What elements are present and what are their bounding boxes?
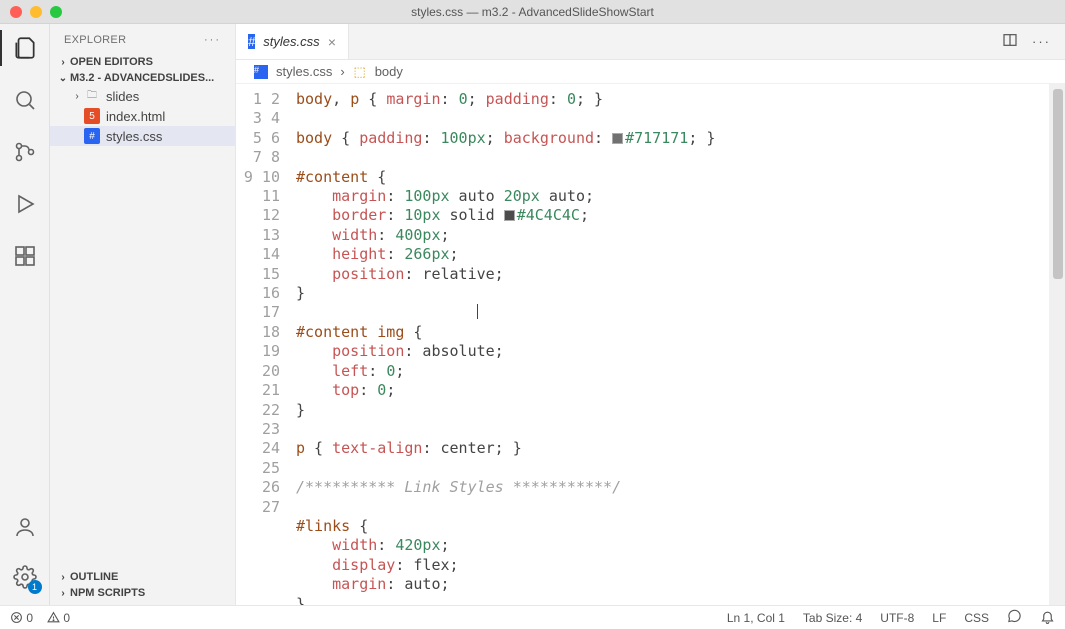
outline-section[interactable]: › OUTLINE <box>50 569 235 585</box>
source-control-icon[interactable] <box>11 138 39 166</box>
chevron-right-icon: › <box>56 572 70 583</box>
editor[interactable]: 1 2 3 4 5 6 7 8 9 10 11 12 13 14 15 16 1… <box>236 84 1065 605</box>
run-debug-icon[interactable] <box>11 190 39 218</box>
split-editor-icon[interactable] <box>1002 32 1018 51</box>
settings-badge: 1 <box>28 580 42 594</box>
window-title: styles.css — m3.2 - AdvancedSlideShowSta… <box>411 5 654 19</box>
status-bar: 0 0 Ln 1, Col 1 Tab Size: 4 UTF-8 LF CSS <box>0 605 1065 629</box>
titlebar: styles.css — m3.2 - AdvancedSlideShowSta… <box>0 0 1065 24</box>
explorer-title: EXPLORER <box>64 34 126 46</box>
tab-styles-css[interactable]: # styles.css × <box>236 24 349 59</box>
maximize-window-icon[interactable] <box>50 6 62 18</box>
chevron-down-icon: ⌄ <box>56 73 70 84</box>
close-window-icon[interactable] <box>10 6 22 18</box>
breadcrumb[interactable]: # styles.css › ⬚ body <box>236 60 1065 84</box>
extensions-icon[interactable] <box>11 242 39 270</box>
encoding[interactable]: UTF-8 <box>880 611 914 625</box>
file-item[interactable]: #styles.css <box>50 126 235 146</box>
eol[interactable]: LF <box>932 611 946 625</box>
chevron-right-icon: › <box>56 588 70 599</box>
css-file-icon: # <box>254 65 268 79</box>
html-file-icon: 5 <box>84 108 100 124</box>
symbol-icon: ⬚ <box>353 65 367 79</box>
folder-item[interactable]: ›🗀slides <box>50 86 235 106</box>
notifications-icon[interactable] <box>1040 609 1055 627</box>
file-item[interactable]: 5index.html <box>50 106 235 126</box>
settings-gear-icon[interactable]: 1 <box>11 563 39 591</box>
css-file-icon: # <box>248 34 255 49</box>
feedback-icon[interactable] <box>1007 609 1022 627</box>
editor-tabs: # styles.css × ··· <box>236 24 1065 60</box>
chevron-right-icon: › <box>340 64 344 79</box>
minimize-window-icon[interactable] <box>30 6 42 18</box>
folder-section[interactable]: ⌄ M3.2 - ADVANCEDSLIDES... <box>50 70 235 86</box>
chevron-right-icon: › <box>70 91 84 102</box>
minimap-scrollbar[interactable] <box>1049 84 1065 605</box>
cursor-position[interactable]: Ln 1, Col 1 <box>727 611 785 625</box>
explorer-icon[interactable] <box>11 34 39 62</box>
search-icon[interactable] <box>11 86 39 114</box>
close-tab-icon[interactable]: × <box>328 34 336 50</box>
chevron-right-icon: › <box>56 57 70 68</box>
editor-more-icon[interactable]: ··· <box>1032 34 1051 49</box>
problems-errors[interactable]: 0 <box>10 611 33 625</box>
open-editors-section[interactable]: › OPEN EDITORS <box>50 54 235 70</box>
folder-icon: 🗀 <box>84 88 100 104</box>
activity-bar: 1 <box>0 24 50 605</box>
indent-setting[interactable]: Tab Size: 4 <box>803 611 862 625</box>
language-mode[interactable]: CSS <box>964 611 989 625</box>
npm-scripts-section[interactable]: › NPM SCRIPTS <box>50 585 235 601</box>
accounts-icon[interactable] <box>11 513 39 541</box>
problems-warnings[interactable]: 0 <box>47 611 70 625</box>
line-gutter: 1 2 3 4 5 6 7 8 9 10 11 12 13 14 15 16 1… <box>236 84 296 605</box>
code-content[interactable]: body, p { margin: 0; padding: 0; } body … <box>296 84 1049 605</box>
explorer-more-icon[interactable]: ··· <box>204 34 221 46</box>
css-file-icon: # <box>84 128 100 144</box>
explorer-sidebar: EXPLORER ··· › OPEN EDITORS ⌄ M3.2 - ADV… <box>50 24 236 605</box>
